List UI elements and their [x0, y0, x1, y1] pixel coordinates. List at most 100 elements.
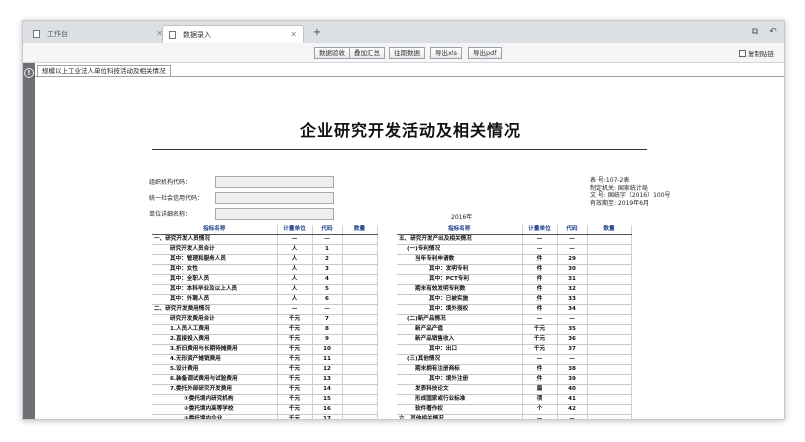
- indicator-name-cell: 其中：境外注册: [397, 374, 523, 386]
- code-cell: 42: [557, 404, 588, 416]
- table-row: 发表科技论文篇 40: [397, 384, 632, 396]
- quantity-input[interactable]: [587, 414, 632, 419]
- info-icon[interactable]: !: [24, 68, 34, 78]
- unit-cell: 人: [277, 254, 313, 266]
- credit-code-input[interactable]: [215, 192, 334, 204]
- quantity-input[interactable]: [587, 284, 632, 296]
- quantity-input[interactable]: [342, 274, 378, 286]
- quantity-input[interactable]: [587, 344, 632, 356]
- unit-cell: —: [522, 234, 558, 246]
- quantity-input[interactable]: [587, 264, 632, 276]
- table-row: 6.装备调试费用与试验费用 千元 13: [152, 374, 378, 386]
- code-cell: 4: [312, 274, 343, 286]
- quantity-input[interactable]: [342, 374, 378, 386]
- unit-cell: —: [277, 234, 313, 246]
- quantity-input[interactable]: [587, 334, 632, 346]
- quantity-input[interactable]: [342, 364, 378, 376]
- quantity-input[interactable]: [587, 244, 632, 256]
- quantity-input[interactable]: [342, 334, 378, 346]
- quantity-input[interactable]: [587, 394, 632, 406]
- credit-code-label: 统一社会信用代码：: [149, 195, 204, 202]
- quantity-input[interactable]: [342, 284, 378, 296]
- indicator-name-cell: 其中：全职人员: [152, 274, 278, 286]
- unit-cell: 人: [277, 274, 313, 286]
- code-cell: 40: [557, 384, 588, 396]
- past-data-button[interactable]: 往期数据: [389, 47, 425, 59]
- quantity-input[interactable]: [342, 384, 378, 396]
- quantity-input[interactable]: [342, 414, 378, 419]
- indicator-name-cell: 其中：出口: [397, 344, 523, 356]
- quantity-input[interactable]: [342, 354, 378, 366]
- back-icon[interactable]: ↶: [768, 27, 778, 37]
- quantity-input[interactable]: [587, 314, 632, 326]
- unit-cell: —: [522, 354, 558, 366]
- overlay-summary-button[interactable]: 叠加汇总: [349, 47, 385, 59]
- form-meta: 表 号:107-2表 制定机关: 国家统计局 文 号: 国统字（2016）100…: [590, 177, 671, 207]
- code-cell: 1: [312, 244, 343, 256]
- new-tab-button[interactable]: +: [310, 25, 324, 41]
- unit-cell: 千元: [277, 364, 313, 376]
- table-row: 其中：发明专利件 30: [397, 264, 632, 276]
- quantity-input[interactable]: [342, 324, 378, 336]
- quantity-input[interactable]: [587, 254, 632, 266]
- quantity-input[interactable]: [587, 234, 632, 246]
- table-row: 7.委托外部研究开发费用 千元 14: [152, 384, 378, 396]
- table-row: 二、研究开发费用情况 — —: [152, 304, 378, 316]
- quantity-input[interactable]: [587, 404, 632, 416]
- unit-cell: 件: [522, 274, 558, 286]
- org-code-input[interactable]: [215, 176, 334, 188]
- code-cell: 7: [312, 314, 343, 326]
- quantity-input[interactable]: [342, 264, 378, 276]
- unit-cell: 千元: [277, 354, 313, 366]
- copy-link-checkbox[interactable]: 复制贴链: [739, 48, 774, 58]
- unit-cell: 人: [277, 264, 313, 276]
- quantity-input[interactable]: [587, 274, 632, 286]
- indicator-name-cell: 当年专利申请数: [397, 254, 523, 266]
- code-cell: 14: [312, 384, 343, 396]
- quantity-input[interactable]: [587, 364, 632, 376]
- code-cell: 34: [557, 304, 588, 316]
- unit-name-input[interactable]: [215, 208, 334, 220]
- quantity-input[interactable]: [587, 294, 632, 306]
- indicator-name-cell: 其中：本科毕业及以上人员: [152, 284, 278, 296]
- quantity-input[interactable]: [342, 254, 378, 266]
- checkbox-icon[interactable]: [739, 50, 746, 57]
- export-xls-button[interactable]: 导出xls: [430, 47, 463, 59]
- quantity-input[interactable]: [587, 354, 632, 366]
- quantity-input[interactable]: [342, 344, 378, 356]
- page-icon: [169, 31, 176, 39]
- quantity-input[interactable]: [587, 374, 632, 386]
- page-title: 企业研究开发活动及相关情况: [299, 121, 521, 140]
- quantity-input[interactable]: [342, 294, 378, 306]
- code-cell: —: [557, 314, 588, 326]
- code-cell: 15: [312, 394, 343, 406]
- indicator-name-cell: 六、其他相关情况: [397, 414, 523, 419]
- indicator-name-cell: 其中：女性: [152, 264, 278, 276]
- close-icon[interactable]: ✕: [290, 26, 297, 44]
- tab-workbench[interactable]: 工作台 ✕: [27, 25, 169, 43]
- quantity-input[interactable]: [342, 244, 378, 256]
- code-cell: 32: [557, 284, 588, 296]
- export-pdf-button[interactable]: 导出pdf: [468, 47, 502, 59]
- restore-icon[interactable]: ⧉: [750, 27, 760, 37]
- quantity-input[interactable]: [342, 394, 378, 406]
- quantity-input[interactable]: [587, 304, 632, 316]
- title-rule: [152, 149, 647, 150]
- unit-cell: 千元: [277, 314, 313, 326]
- table-row: 其中：境外授权件 34: [397, 304, 632, 316]
- quantity-input[interactable]: [342, 404, 378, 416]
- unit-cell: 人: [277, 244, 313, 256]
- meta-line: 表 号:107-2表: [590, 177, 630, 184]
- quantity-input[interactable]: [587, 324, 632, 336]
- quantity-input[interactable]: [342, 234, 378, 246]
- code-cell: —: [557, 244, 588, 256]
- table-row: 软件著作权个 42: [397, 404, 632, 416]
- tab-data-entry[interactable]: 数据录入 ✕: [162, 25, 304, 43]
- code-cell: 3: [312, 264, 343, 276]
- col-header-name: 指标名称: [152, 225, 278, 236]
- indicator-name-cell: 其中：发明专利: [397, 264, 523, 276]
- quantity-input[interactable]: [342, 314, 378, 326]
- accept-data-button[interactable]: 数据验收: [314, 47, 350, 59]
- quantity-input[interactable]: [342, 304, 378, 316]
- quantity-input[interactable]: [587, 384, 632, 396]
